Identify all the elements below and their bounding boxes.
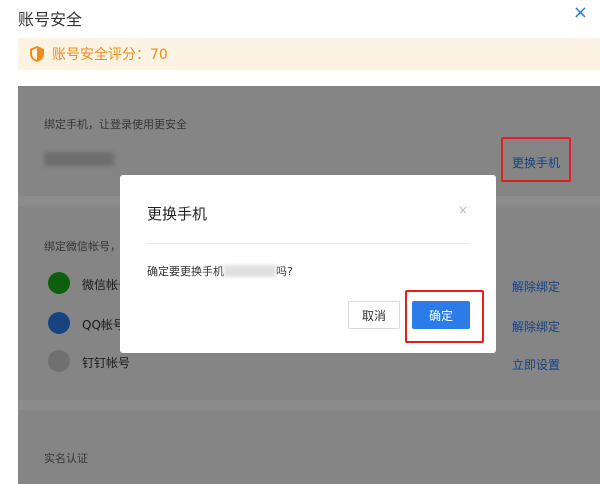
highlight-box-confirm [405, 290, 484, 343]
close-icon[interactable]: × [573, 2, 588, 24]
dialog-title: 更换手机 [147, 205, 208, 223]
shield-icon [30, 46, 44, 62]
dialog-divider [147, 243, 469, 244]
dialog-message-suffix: 吗? [276, 265, 293, 278]
cancel-button[interactable]: 取消 [348, 301, 400, 329]
dialog-close-icon[interactable]: × [458, 203, 468, 217]
security-score-bar: 账号安全评分：70 [18, 38, 600, 70]
dialog-message-prefix: 确定要更换手机 [147, 265, 224, 278]
highlight-box-change-phone [501, 137, 571, 182]
security-score-label: 账号安全评分：70 [52, 47, 168, 63]
page-title: 账号安全 [18, 10, 83, 29]
phone-number-redacted [224, 265, 276, 277]
dialog-message: 确定要更换手机 吗? [147, 263, 293, 279]
